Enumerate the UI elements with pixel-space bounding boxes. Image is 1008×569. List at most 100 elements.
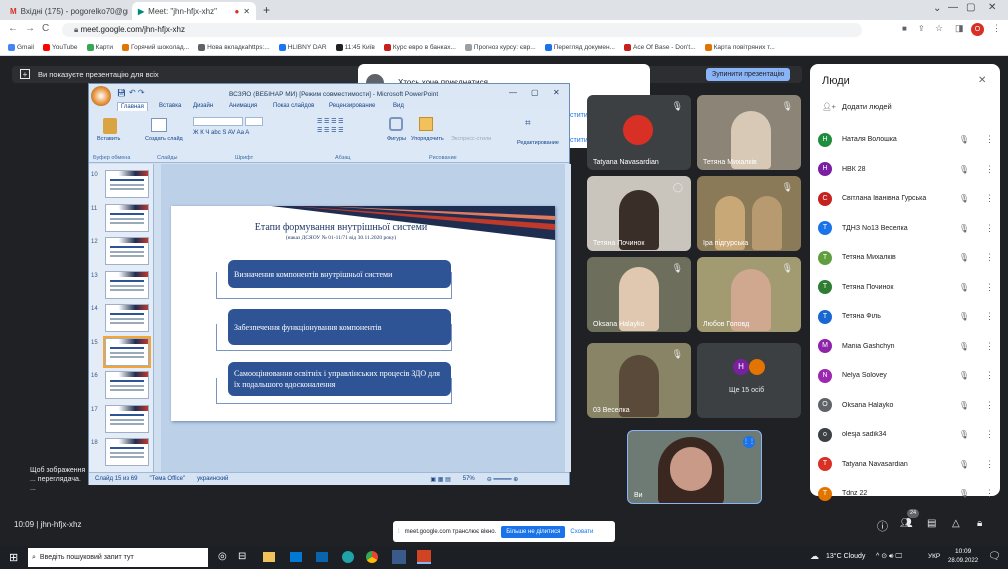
slide-thumbnail[interactable] (103, 335, 151, 368)
system-tray-icons[interactable]: ^ ⊙ 🔊︎ 🖵 (876, 552, 902, 561)
arrange-button[interactable]: Упорядочить (411, 136, 444, 142)
participant-row[interactable]: Т Тетяна Михалків 🎙︎ ⋮ (818, 243, 994, 272)
more-options-icon[interactable]: ⋮ (985, 282, 994, 293)
participant-row[interactable]: T Tdnz 22 🎙︎ ⋮ (818, 479, 994, 508)
bookmark-item[interactable]: 11:45 Київ (335, 44, 375, 51)
tab-slideshow[interactable]: Показ слайдов (273, 103, 314, 109)
binoculars-icon[interactable]: ⌗ (525, 118, 531, 129)
tab-view[interactable]: Вид (393, 103, 404, 109)
host-controls-icon[interactable]: 🔒︎ (977, 518, 982, 529)
hide-button[interactable]: Сховати (570, 529, 593, 535)
tab-review[interactable]: Рецензирование (329, 103, 375, 109)
new-slide-icon[interactable] (151, 118, 167, 132)
minimize-icon[interactable]: ⌄ (933, 3, 941, 14)
video-tile[interactable]: 🎙︎ Іра підгурська (697, 176, 801, 251)
slide-thumbnail[interactable] (105, 404, 149, 433)
mic-off-icon[interactable]: 🎙︎ (959, 371, 969, 380)
more-options-icon[interactable]: ⋮ (985, 311, 994, 322)
video-tile[interactable]: ◯ Тетяна Починок (587, 176, 691, 251)
url-field[interactable]: 🔒︎ meet.google.com/jhn-hfjx-xhz (62, 23, 862, 37)
paste-button[interactable]: Вставить (97, 136, 120, 142)
font-format-icons[interactable]: Ж К Ч abc S AV Aa A (193, 130, 249, 136)
task-view-icon[interactable]: ◎ (218, 551, 227, 562)
participant-row[interactable]: O Oksana Halayko 🎙︎ ⋮ (818, 391, 994, 420)
forward-icon[interactable]: → (25, 23, 35, 34)
font-name-field[interactable] (193, 117, 243, 126)
windows-start-icon[interactable]: ⊞ (9, 551, 18, 564)
slide-thumbnail[interactable] (105, 304, 149, 332)
tab-home[interactable]: Главная (117, 102, 148, 111)
powerpoint-taskbar-icon[interactable] (417, 550, 431, 564)
activities-icon[interactable]: △ (952, 518, 960, 529)
mic-off-icon[interactable]: 🎙︎ (959, 342, 969, 351)
participant-row[interactable]: Н НВК 28 🎙︎ ⋮ (818, 155, 994, 184)
close-icon[interactable]: ✕ (978, 75, 986, 86)
office-button[interactable] (91, 86, 111, 106)
clock-date[interactable]: 28.09.2022 (948, 558, 978, 564)
drag-handle-icon[interactable]: ⁞ (398, 529, 400, 535)
powerpoint-window[interactable]: 💾︎ ↶ ↷ ВСЗЯО (ВЕБІНАР МИ) [Режим совмест… (88, 83, 571, 485)
participant-row[interactable]: Т Тетяна Філь 🎙︎ ⋮ (818, 302, 994, 331)
maximize-button[interactable]: ▢ (531, 88, 539, 97)
sidebar-icon[interactable]: ◨ (955, 23, 964, 34)
bookmark-item[interactable]: Горячий шоколад... (122, 44, 189, 51)
store-icon[interactable] (290, 552, 302, 562)
more-options-icon[interactable]: ⋮ (985, 459, 994, 470)
more-options-icon[interactable]: ⋮ (985, 134, 994, 145)
more-participants-tile[interactable]: Н Ще 15 осіб (697, 343, 801, 418)
admit-link[interactable]: стити (570, 112, 588, 119)
tab-animation[interactable]: Анимация (229, 103, 257, 109)
share-icon[interactable]: ⇪ (918, 24, 925, 33)
self-video-tile[interactable]: ⋮⋮ Ви (627, 430, 762, 504)
more-options-icon[interactable]: ⋮ (985, 223, 994, 234)
reload-icon[interactable]: C (42, 23, 49, 34)
participant-row[interactable]: Т Тетяна Починок 🎙︎ ⋮ (818, 273, 994, 302)
mic-off-icon[interactable]: 🎙︎ (959, 224, 969, 233)
camera-icon[interactable]: ■ (902, 24, 907, 33)
info-icon[interactable]: ⓘ (877, 518, 888, 534)
menu-icon[interactable]: ⋮ (992, 23, 1001, 34)
stop-sharing-button[interactable]: Більше не ділитися (501, 525, 566, 538)
bookmark-item[interactable]: Прогноз курсу: євр... (464, 44, 536, 51)
slide-canvas[interactable]: Етапи формування внутрішньої системи (на… (171, 206, 555, 421)
vertical-scrollbar[interactable] (565, 164, 571, 472)
quick-styles-button[interactable]: Экспресс-стили (451, 136, 491, 142)
slide-thumbnail[interactable] (105, 438, 149, 466)
tab-gmail[interactable]: M Вхідні (175) - pogorelko70@gm ✕ (4, 2, 128, 20)
minimize-button[interactable]: — (948, 2, 958, 13)
more-options-icon[interactable]: ⋮ (985, 193, 994, 204)
add-people-button[interactable]: 👤︎+ Додати людей (822, 102, 892, 111)
close-window-button[interactable]: ✕ (988, 2, 996, 13)
mic-off-icon[interactable]: 🎙︎ (959, 283, 969, 292)
tab-insert[interactable]: Вставка (159, 103, 181, 109)
taskbar-search[interactable]: ⌕ Введіть пошуковий запит тут (28, 548, 208, 567)
mic-off-icon[interactable]: 🎙︎ (959, 489, 969, 498)
shapes-icon[interactable] (389, 117, 403, 131)
more-options-icon[interactable]: ⋮ (985, 164, 994, 175)
restore-button[interactable]: ▢ (966, 2, 975, 13)
mic-off-icon[interactable]: 🎙︎ (959, 401, 969, 410)
bookmark-item[interactable]: Карти (86, 44, 113, 51)
file-explorer-icon[interactable] (263, 552, 275, 562)
participant-row[interactable]: Н Наталя Волошка 🎙︎ ⋮ (818, 125, 994, 154)
new-tab-button[interactable]: + (263, 3, 270, 17)
slide-thumbnail[interactable] (105, 371, 149, 399)
slide-thumbnail[interactable] (105, 270, 149, 299)
widgets-icon[interactable]: ⊟ (238, 551, 246, 562)
new-slide-button[interactable]: Создать слайд (145, 136, 183, 142)
video-tile[interactable]: 🎙︎ Тетяна Михалків (697, 95, 801, 170)
zoom-slider[interactable]: ⊖ ━━━━━ ⊕ (487, 476, 518, 483)
bookmark-item[interactable]: Перегляд докумен... (544, 44, 615, 51)
bookmark-item[interactable]: Карта повітряних т... (704, 44, 775, 51)
edge-icon[interactable] (342, 551, 354, 563)
close-icon[interactable]: ✕ (243, 7, 250, 16)
more-options-icon[interactable]: ⋮ (985, 488, 994, 499)
skype-icon[interactable] (392, 550, 406, 564)
video-tile[interactable]: 🎙︎ Tatyana Navasardian (587, 95, 691, 170)
participant-row[interactable]: o olesja sadik34 🎙︎ ⋮ (818, 420, 994, 449)
more-options-icon[interactable]: ⋮ (985, 341, 994, 352)
more-options-icon[interactable]: ⋮ (985, 252, 994, 263)
view-all-link[interactable]: стити (570, 137, 588, 144)
bookmark-item[interactable]: Ace Of Base - Don't... (623, 44, 696, 51)
language-indicator[interactable]: УКР (928, 553, 940, 560)
